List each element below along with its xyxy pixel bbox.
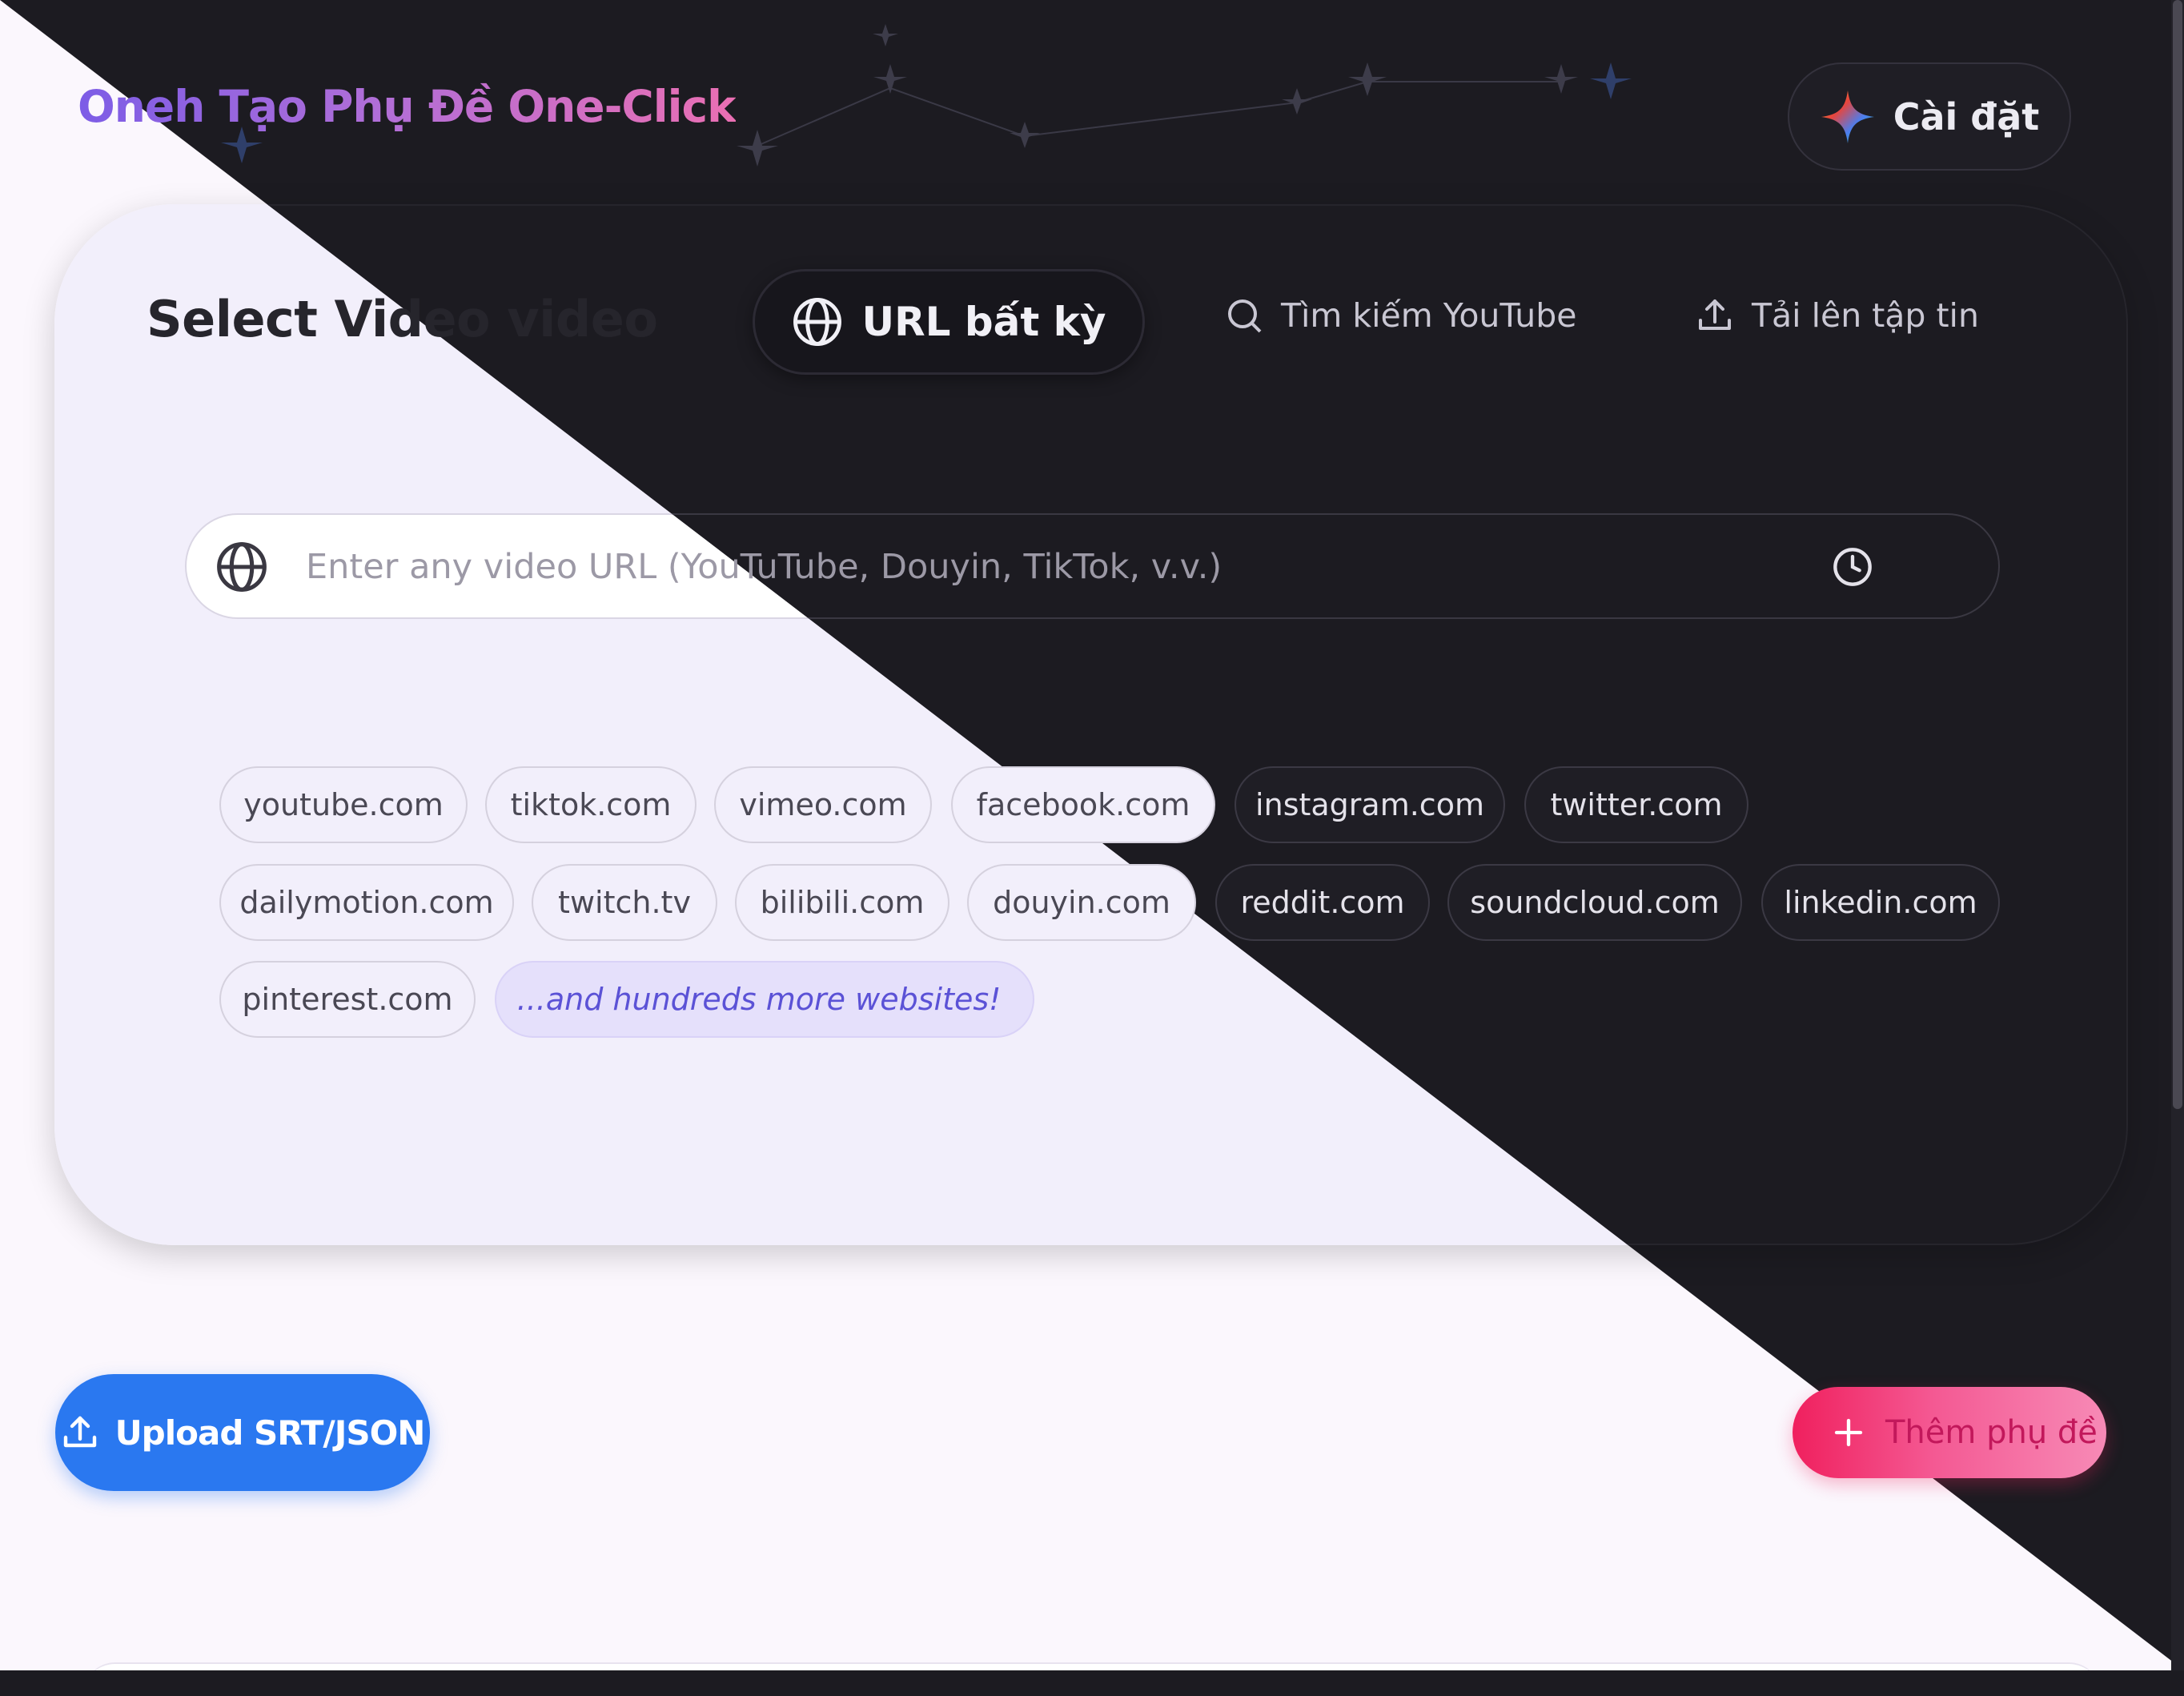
site-chip[interactable]: youtube.com (219, 766, 468, 843)
site-chip[interactable]: facebook.com (951, 766, 1215, 843)
panel-title: Select Video video (147, 290, 658, 348)
tab-label: URL bất kỳ (861, 299, 1106, 345)
site-chip[interactable]: soundcloud.com (1447, 864, 1742, 941)
tab-label: Tải lên tập tin (1752, 296, 1979, 335)
site-chip[interactable]: pinterest.com (219, 961, 476, 1038)
site-chip[interactable]: twitter.com (1524, 766, 1748, 843)
site-chip[interactable]: twitch.tv (532, 864, 717, 941)
upload-icon (63, 1416, 96, 1448)
site-chip[interactable]: instagram.com (1235, 766, 1505, 843)
tab-any-url[interactable]: URL bất kỳ (753, 269, 1145, 375)
tab-youtube-search[interactable]: Tìm kiếm YouTube (1225, 296, 1576, 335)
history-clock-icon[interactable] (1832, 546, 1873, 588)
video-url-input[interactable] (304, 528, 1789, 605)
search-icon (1228, 299, 1262, 333)
next-card-edge (83, 1662, 2101, 1670)
site-chip[interactable]: linkedin.com (1761, 864, 2000, 941)
upload-srt-json-button[interactable]: Upload SRT/JSON (55, 1374, 430, 1491)
add-subtitle-label: Thêm phụ đề (1885, 1414, 2098, 1451)
sparkle-icon (1821, 90, 1874, 143)
globe-icon (217, 542, 267, 592)
site-chip[interactable]: tiktok.com (485, 766, 697, 843)
add-subtitle-button[interactable]: Thêm phụ đề (1793, 1387, 2106, 1478)
settings-button[interactable]: Cài đặt (1788, 62, 2071, 171)
app-title: Oneh Tạo Phụ Đề One-Click (78, 81, 737, 132)
site-chip[interactable]: dailymotion.com (219, 864, 514, 941)
site-chip[interactable]: vimeo.com (714, 766, 932, 843)
settings-label: Cài đặt (1893, 94, 2040, 139)
site-chip[interactable]: douyin.com (967, 864, 1196, 941)
upload-srt-json-label: Upload SRT/JSON (114, 1413, 426, 1453)
more-sites-label: ...and hundreds more websites! (516, 982, 1002, 1017)
site-chip[interactable]: reddit.com (1215, 864, 1430, 941)
tab-upload-file[interactable]: Tải lên tập tin (1696, 296, 1979, 335)
plus-icon (1834, 1418, 1863, 1447)
tab-label: Tìm kiếm YouTube (1281, 296, 1577, 335)
site-chip[interactable]: bilibili.com (735, 864, 949, 941)
globe-icon (793, 298, 842, 346)
scrollbar-thumb[interactable] (2173, 0, 2182, 1109)
more-sites-link[interactable]: ...and hundreds more websites! (495, 961, 1034, 1038)
upload-icon (1699, 299, 1731, 330)
